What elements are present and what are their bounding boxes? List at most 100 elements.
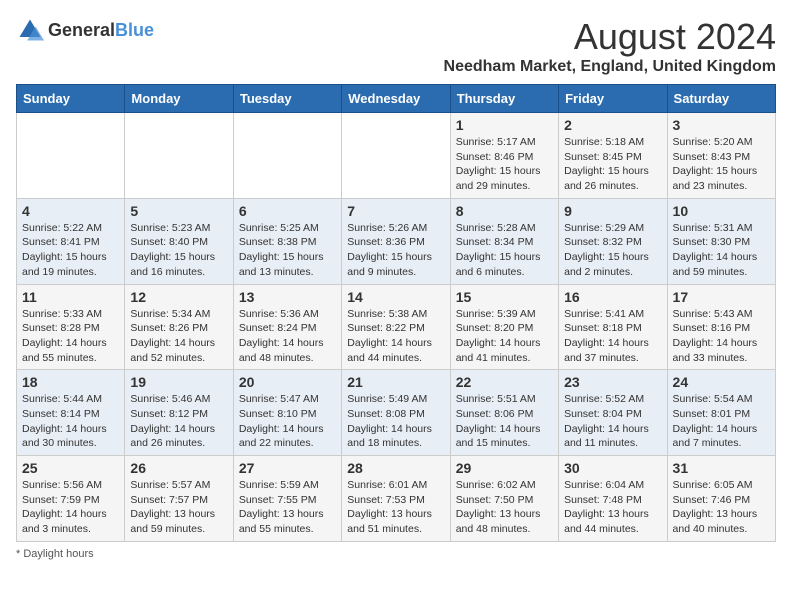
day-number: 20 (239, 374, 336, 390)
day-info: Sunrise: 5:44 AMSunset: 8:14 PMDaylight:… (22, 392, 119, 451)
calendar-cell: 25Sunrise: 5:56 AMSunset: 7:59 PMDayligh… (17, 456, 125, 542)
day-number: 8 (456, 203, 553, 219)
day-number: 9 (564, 203, 661, 219)
calendar-cell: 6 Sunrise: 5:25 AMSunset: 8:38 PMDaylight… (233, 198, 341, 284)
day-info: Sunrise: 5:52 AMSunset: 8:04 PMDaylight:… (564, 392, 661, 451)
header-row: Sunday Monday Tuesday Wednesday Thursday… (17, 85, 776, 113)
day-number: 17 (673, 289, 770, 305)
col-wednesday: Wednesday (342, 85, 450, 113)
day-number: 24 (673, 374, 770, 390)
calendar-cell: 4 Sunrise: 5:22 AMSunset: 8:41 PMDaylight… (17, 198, 125, 284)
day-info: Sunrise: 5:59 AMSunset: 7:55 PMDaylight:… (239, 478, 336, 537)
day-number: 22 (456, 374, 553, 390)
day-info: Sunrise: 6:01 AMSunset: 7:53 PMDaylight:… (347, 478, 444, 537)
day-info: Sunrise: 5:29 AMSunset: 8:32 PMDaylight:… (564, 221, 661, 280)
calendar-cell: 26Sunrise: 5:57 AMSunset: 7:57 PMDayligh… (125, 456, 233, 542)
col-friday: Friday (559, 85, 667, 113)
calendar-cell: 23 Sunrise: 5:52 AMSunset: 8:04 PMDayligh… (559, 370, 667, 456)
day-number: 11 (22, 289, 119, 305)
calendar-cell: 15Sunrise: 5:39 AMSunset: 8:20 PMDayligh… (450, 284, 558, 370)
calendar-cell: 28 Sunrise: 6:01 AMSunset: 7:53 PMDayligh… (342, 456, 450, 542)
day-info: Sunrise: 5:39 AMSunset: 8:20 PMDaylight:… (456, 307, 553, 366)
calendar-cell: 11 Sunrise: 5:33 AMSunset: 8:28 PMDayligh… (17, 284, 125, 370)
calendar-cell: 16 Sunrise: 5:41 AMSunset: 8:18 PMDayligh… (559, 284, 667, 370)
day-number: 30 (564, 460, 661, 476)
day-info: Sunrise: 5:28 AMSunset: 8:34 PMDaylight:… (456, 221, 553, 280)
calendar-cell: 30Sunrise: 6:04 AMSunset: 7:48 PMDayligh… (559, 456, 667, 542)
col-sunday: Sunday (17, 85, 125, 113)
day-number: 16 (564, 289, 661, 305)
calendar-cell: 27 Sunrise: 5:59 AMSunset: 7:55 PMDayligh… (233, 456, 341, 542)
calendar-cell: 1 Sunrise: 5:17 AMSunset: 8:46 PMDaylight… (450, 113, 558, 199)
footer-note: * Daylight hours (16, 548, 776, 560)
calendar-cell: 17 Sunrise: 5:43 AMSunset: 8:16 PMDayligh… (667, 284, 775, 370)
day-number: 10 (673, 203, 770, 219)
location-title: Needham Market, England, United Kingdom (444, 58, 776, 76)
calendar-cell: 31Sunrise: 6:05 AMSunset: 7:46 PMDayligh… (667, 456, 775, 542)
calendar-cell: 10 Sunrise: 5:31 AMSunset: 8:30 PMDayligh… (667, 198, 775, 284)
calendar-cell: 20 Sunrise: 5:47 AMSunset: 8:10 PMDayligh… (233, 370, 341, 456)
day-info: Sunrise: 5:41 AMSunset: 8:18 PMDaylight:… (564, 307, 661, 366)
calendar-week-3: 11 Sunrise: 5:33 AMSunset: 8:28 PMDayligh… (17, 284, 776, 370)
day-number: 14 (347, 289, 444, 305)
day-number: 26 (130, 460, 227, 476)
logo: General Blue (16, 16, 154, 44)
calendar-week-1: 1 Sunrise: 5:17 AMSunset: 8:46 PMDaylight… (17, 113, 776, 199)
day-number: 3 (673, 117, 770, 133)
day-info: Sunrise: 5:25 AMSunset: 8:38 PMDaylight:… (239, 221, 336, 280)
day-number: 29 (456, 460, 553, 476)
day-info: Sunrise: 5:49 AMSunset: 8:08 PMDaylight:… (347, 392, 444, 451)
day-number: 27 (239, 460, 336, 476)
calendar-cell: 14Sunrise: 5:38 AMSunset: 8:22 PMDayligh… (342, 284, 450, 370)
calendar-table: Sunday Monday Tuesday Wednesday Thursday… (16, 84, 776, 542)
day-info: Sunrise: 5:46 AMSunset: 8:12 PMDaylight:… (130, 392, 227, 451)
day-info: Sunrise: 5:22 AMSunset: 8:41 PMDaylight:… (22, 221, 119, 280)
day-number: 4 (22, 203, 119, 219)
calendar-cell: 2Sunrise: 5:18 AMSunset: 8:45 PMDaylight… (559, 113, 667, 199)
calendar-cell: 18 Sunrise: 5:44 AMSunset: 8:14 PMDayligh… (17, 370, 125, 456)
calendar-cell: 8 Sunrise: 5:28 AMSunset: 8:34 PMDaylight… (450, 198, 558, 284)
day-number: 12 (130, 289, 227, 305)
calendar-cell: 3 Sunrise: 5:20 AMSunset: 8:43 PMDaylight… (667, 113, 775, 199)
calendar-cell (233, 113, 341, 199)
day-info: Sunrise: 5:26 AMSunset: 8:36 PMDaylight:… (347, 221, 444, 280)
day-info: Sunrise: 5:20 AMSunset: 8:43 PMDaylight:… (673, 135, 770, 194)
calendar-cell: 24 Sunrise: 5:54 AMSunset: 8:01 PMDayligh… (667, 370, 775, 456)
day-info: Sunrise: 5:33 AMSunset: 8:28 PMDaylight:… (22, 307, 119, 366)
day-number: 6 (239, 203, 336, 219)
day-number: 13 (239, 289, 336, 305)
day-info: Sunrise: 5:23 AMSunset: 8:40 PMDaylight:… (130, 221, 227, 280)
day-info: Sunrise: 5:47 AMSunset: 8:10 PMDaylight:… (239, 392, 336, 451)
calendar-week-2: 4 Sunrise: 5:22 AMSunset: 8:41 PMDaylight… (17, 198, 776, 284)
day-number: 28 (347, 460, 444, 476)
col-tuesday: Tuesday (233, 85, 341, 113)
day-info: Sunrise: 5:34 AMSunset: 8:26 PMDaylight:… (130, 307, 227, 366)
calendar-cell: 12 Sunrise: 5:34 AMSunset: 8:26 PMDayligh… (125, 284, 233, 370)
day-info: Sunrise: 5:17 AMSunset: 8:46 PMDaylight:… (456, 135, 553, 194)
day-info: Sunrise: 5:43 AMSunset: 8:16 PMDaylight:… (673, 307, 770, 366)
header: General Blue August 2024 Needham Market,… (16, 16, 776, 76)
calendar-week-5: 25Sunrise: 5:56 AMSunset: 7:59 PMDayligh… (17, 456, 776, 542)
day-info: Sunrise: 5:31 AMSunset: 8:30 PMDaylight:… (673, 221, 770, 280)
logo-text-blue: Blue (115, 20, 154, 41)
calendar-cell: 22 Sunrise: 5:51 AMSunset: 8:06 PMDayligh… (450, 370, 558, 456)
day-number: 21 (347, 374, 444, 390)
day-number: 31 (673, 460, 770, 476)
calendar-cell: 9 Sunrise: 5:29 AMSunset: 8:32 PMDaylight… (559, 198, 667, 284)
day-number: 23 (564, 374, 661, 390)
day-info: Sunrise: 5:51 AMSunset: 8:06 PMDaylight:… (456, 392, 553, 451)
day-number: 18 (22, 374, 119, 390)
day-info: Sunrise: 5:54 AMSunset: 8:01 PMDaylight:… (673, 392, 770, 451)
day-number: 19 (130, 374, 227, 390)
calendar-cell: 29Sunrise: 6:02 AMSunset: 7:50 PMDayligh… (450, 456, 558, 542)
calendar-cell (17, 113, 125, 199)
calendar-cell (125, 113, 233, 199)
day-number: 1 (456, 117, 553, 133)
calendar-week-4: 18 Sunrise: 5:44 AMSunset: 8:14 PMDayligh… (17, 370, 776, 456)
calendar-cell (342, 113, 450, 199)
calendar-cell: 5Sunrise: 5:23 AMSunset: 8:40 PMDaylight… (125, 198, 233, 284)
col-saturday: Saturday (667, 85, 775, 113)
calendar-cell: 7Sunrise: 5:26 AMSunset: 8:36 PMDaylight… (342, 198, 450, 284)
title-area: August 2024 Needham Market, England, Uni… (444, 16, 776, 76)
logo-text-general: General (48, 20, 115, 41)
